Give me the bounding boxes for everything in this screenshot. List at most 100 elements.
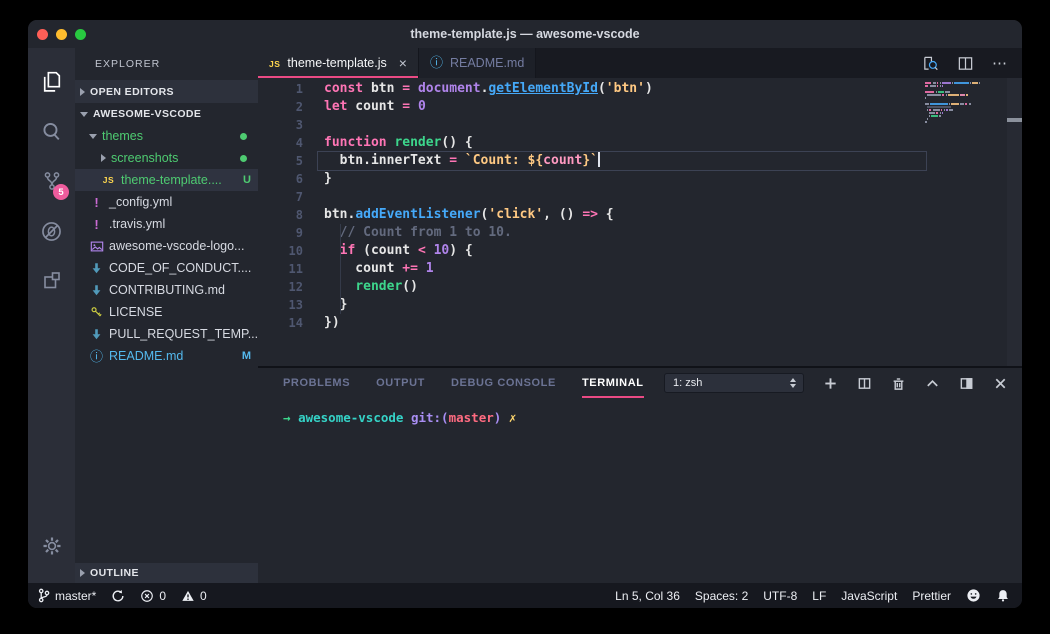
line-content: btn.addEventListener('click', () => {	[324, 207, 614, 222]
split-terminal-icon[interactable]	[857, 376, 872, 391]
code-line[interactable]: 14})	[258, 314, 1022, 332]
panel-tab-problems[interactable]: PROBLEMS	[283, 368, 350, 398]
line-content: const btn = document.getElementById('btn…	[324, 81, 653, 96]
panel-tab-output[interactable]: OUTPUT	[376, 368, 425, 398]
tree-item-theme-template[interactable]: JS theme-template.... U	[75, 169, 258, 191]
tab-readme-md[interactable]: ⓘ README.md	[418, 48, 537, 78]
notifications-bell[interactable]	[996, 588, 1010, 603]
warning-icon	[182, 590, 194, 601]
scrollbar-marker	[1007, 118, 1022, 122]
line-number: 11	[288, 262, 303, 276]
cursor-position-status[interactable]: Ln 5, Col 36	[615, 589, 680, 603]
tree-item-label: LICENSE	[109, 305, 163, 319]
kill-terminal-trash-icon[interactable]	[891, 376, 906, 391]
close-panel-icon[interactable]	[993, 376, 1008, 391]
line-number: 10	[288, 244, 303, 258]
tree-item-config-yml[interactable]: ! _config.yml	[75, 191, 258, 213]
status-bar: master* 0 0 Ln 5, Col 36 Spaces: 2 UTF-8…	[28, 583, 1022, 608]
code-line[interactable]: 11 count += 1	[258, 260, 1022, 278]
warnings-status[interactable]: 0	[181, 589, 207, 603]
terminal-output[interactable]: → awesome-vscode git:(master) ✗	[258, 398, 1022, 583]
window-title: theme-template.js — awesome-vscode	[410, 27, 640, 41]
error-icon	[141, 589, 154, 602]
line-number: 2	[295, 100, 303, 114]
line-content: let count = 0	[324, 99, 426, 114]
code-line[interactable]: 8 btn.addEventListener('click', () => {	[258, 206, 1022, 224]
sync-icon	[112, 589, 124, 601]
screenshot-root: theme-template.js — awesome-vscode 5 EXP…	[0, 0, 1050, 634]
section-label: OPEN EDITORS	[90, 85, 174, 98]
git-branch-status[interactable]: master*	[38, 588, 96, 603]
panel-actions: 1: zsh	[664, 373, 1008, 393]
split-editor-icon[interactable]	[957, 55, 974, 72]
maximize-panel-chevron-icon[interactable]	[925, 376, 940, 391]
toggle-panel-layout-icon[interactable]	[959, 376, 974, 391]
sync-status[interactable]	[111, 589, 125, 603]
language-status[interactable]: JavaScript	[841, 589, 897, 603]
code-line[interactable]: 5 btn.innerText = `Count: ${count}`	[258, 152, 1022, 170]
section-workspace[interactable]: AWESOME-VSCODE	[75, 103, 258, 125]
encoding-status[interactable]: UTF-8	[763, 589, 797, 603]
code-line[interactable]: 4 function render() {	[258, 134, 1022, 152]
close-window-button[interactable]	[37, 28, 48, 40]
zoom-window-button[interactable]	[75, 28, 86, 40]
tree-item-themes[interactable]: themes	[75, 125, 258, 147]
code-line[interactable]: 13 }	[258, 296, 1022, 314]
editor-actions: ⋯	[922, 48, 1022, 78]
js-icon: JS	[269, 59, 281, 69]
sidebar-item-debug[interactable]	[28, 206, 75, 256]
code-editor[interactable]: 1 const btn = document.getElementById('bt…	[258, 78, 1022, 366]
code-line[interactable]: 12 render()	[258, 278, 1022, 296]
feedback-smiley[interactable]	[966, 588, 981, 603]
tree-item-code-of-conduct[interactable]: CODE_OF_CONDUCT....	[75, 257, 258, 279]
code-line[interactable]: 2 let count = 0	[258, 98, 1022, 116]
sidebar-item-search[interactable]	[28, 106, 75, 156]
terminal-picker-value: 1: zsh	[673, 377, 703, 389]
code-line[interactable]: 6}	[258, 170, 1022, 188]
line-content: if (count < 10) {	[339, 243, 473, 258]
tree-item-screenshots[interactable]: screenshots	[75, 147, 258, 169]
tree-item-label: theme-template....	[121, 173, 222, 187]
panel-tab-terminal[interactable]: TERMINAL	[581, 368, 644, 398]
tree-item-travis-yml[interactable]: ! .travis.yml	[75, 213, 258, 235]
minimize-window-button[interactable]	[56, 28, 67, 40]
sidebar-item-explorer[interactable]	[28, 56, 75, 106]
code-line[interactable]: 3	[258, 116, 1022, 134]
debug-icon	[42, 221, 61, 241]
indentation-status[interactable]: Spaces: 2	[695, 589, 748, 603]
formatter-status[interactable]: Prettier	[912, 589, 951, 603]
close-icon[interactable]: ×	[399, 56, 407, 70]
open-changes-icon[interactable]	[922, 55, 939, 72]
tree-item-license[interactable]: LICENSE	[75, 301, 258, 323]
code-line[interactable]: 7	[258, 188, 1022, 206]
section-open-editors[interactable]: OPEN EDITORS	[75, 80, 258, 103]
new-terminal-plus-icon[interactable]	[823, 376, 838, 391]
tree-item-contributing-md[interactable]: CONTRIBUTING.md	[75, 279, 258, 301]
minimap[interactable]	[925, 82, 1005, 124]
section-outline[interactable]: OUTLINE	[75, 563, 258, 583]
terminal-picker-select[interactable]: 1: zsh	[664, 373, 804, 393]
sidebar-item-extensions[interactable]	[28, 256, 75, 306]
editor-scrollbar[interactable]	[1007, 78, 1022, 366]
tree-item-pull-request-temp[interactable]: PULL_REQUEST_TEMP...	[75, 323, 258, 345]
tree-item-label: PULL_REQUEST_TEMP...	[109, 327, 258, 341]
line-content: function render() {	[324, 135, 473, 150]
line-number: 12	[288, 280, 303, 294]
code-line[interactable]: 9 // Count from 1 to 10.	[258, 224, 1022, 242]
md-icon	[89, 328, 104, 341]
errors-status[interactable]: 0	[140, 589, 166, 603]
settings-gear-icon	[43, 537, 60, 555]
code-line[interactable]: 1 const btn = document.getElementById('bt…	[258, 80, 1022, 98]
eol-status[interactable]: LF	[812, 589, 826, 603]
tree-item-readme-md[interactable]: ⓘ README.md M	[75, 345, 258, 367]
select-arrows-icon	[790, 378, 796, 388]
manage-settings[interactable]	[28, 521, 75, 571]
twisty-icon	[80, 111, 88, 117]
tab-theme-template-js[interactable]: JS theme-template.js ×	[258, 48, 419, 78]
panel-tab-debug-console[interactable]: DEBUG CONSOLE	[451, 368, 556, 398]
code-line[interactable]: 10 if (count < 10) {	[258, 242, 1022, 260]
more-actions-icon[interactable]: ⋯	[992, 54, 1008, 72]
scm-badge: 5	[53, 184, 69, 200]
tree-item-awesome-vscode-logo[interactable]: awesome-vscode-logo...	[75, 235, 258, 257]
sidebar-item-source-control[interactable]: 5	[28, 156, 75, 206]
